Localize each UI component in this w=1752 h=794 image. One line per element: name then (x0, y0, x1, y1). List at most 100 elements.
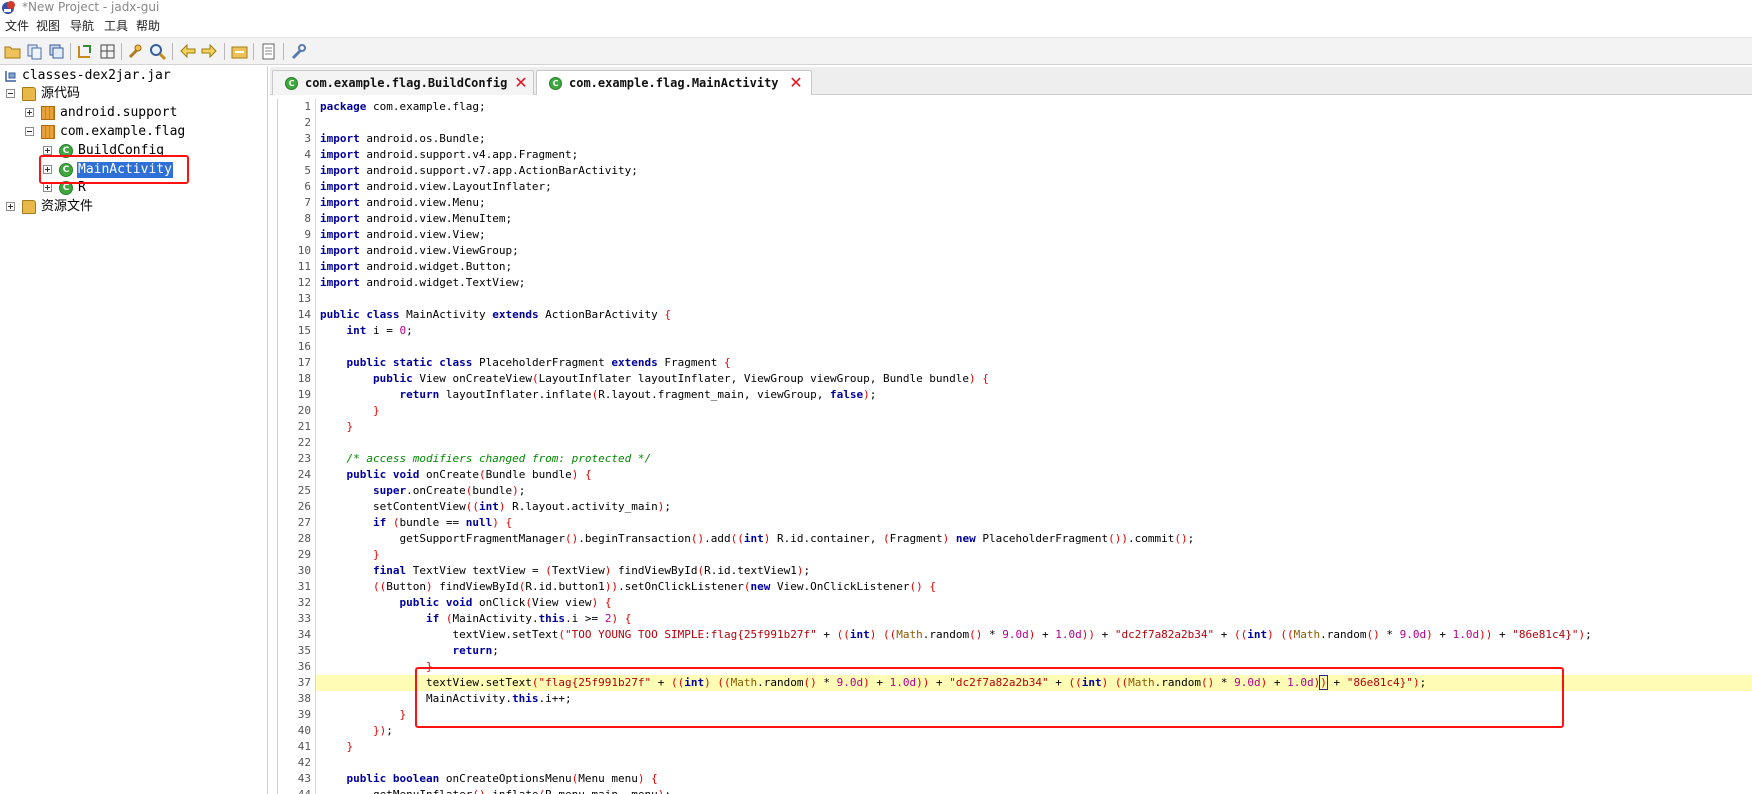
line-number: 44 (298, 787, 311, 794)
tree-node-android-support[interactable]: android.support (0, 104, 268, 122)
toolbar-separator (283, 43, 284, 60)
sync-icon[interactable] (75, 42, 94, 61)
line-number-gutter: 1 2 3 4 5 6 7 8 9 10 11 12 13 14 15 16 17 18 19 20 21 22 23 24 2… (278, 99, 316, 794)
class-icon: C (285, 77, 298, 90)
expand-toggle-icon[interactable] (6, 202, 15, 211)
line-number: 34 (297, 628, 311, 641)
line-number: 3 (304, 132, 311, 145)
menu-tools[interactable]: 工具 (104, 19, 128, 34)
expand-toggle-icon[interactable] (25, 108, 34, 117)
back-arrow-icon[interactable] (178, 42, 197, 61)
expand-toggle-icon[interactable] (43, 146, 52, 155)
package-icon (41, 106, 55, 120)
tree-label-source: 源代码 (41, 86, 81, 101)
menu-file[interactable]: 文件 (5, 19, 29, 34)
toolbar-separator (253, 43, 254, 60)
code-line: } (346, 740, 354, 753)
code-line: getMenuInflater().inflate(R.menu.main, m… (320, 787, 671, 794)
add-files-icon[interactable] (25, 42, 44, 61)
open-folder-icon[interactable] (3, 42, 22, 61)
menu-view[interactable]: 视图 (36, 19, 60, 34)
line-number: 33 (297, 612, 311, 625)
find-usage-icon[interactable] (126, 42, 145, 61)
code-line: setContentView((int) R.layout.activity_m… (320, 500, 672, 513)
code-line: if (MainActivity.this.i >= 2) { (425, 612, 632, 625)
code-editor[interactable]: 1 2 3 4 5 6 7 8 9 10 11 12 13 14 15 16 17 18 19 20 21 22 23 24 2… (277, 99, 1752, 794)
tree-node-root[interactable]: classes-dex2jar.jar (0, 67, 268, 85)
code-line: public boolean onCreateOptionsMenu(Menu … (346, 772, 658, 785)
code-line: super.onCreate(bundle); (372, 484, 526, 497)
line-number: 35 (297, 644, 311, 657)
tree-label-mainactivity: MainActivity (77, 162, 173, 178)
tree-label-resources: 资源文件 (41, 199, 94, 214)
code-line: ((Button) findViewById(R.id.button1)).se… (372, 580, 936, 593)
collapse-toggle-icon[interactable] (6, 89, 15, 98)
code-line: textView.setText("flag{25f991b27f" + ((i… (320, 675, 1427, 690)
line-number: 16 (297, 340, 311, 353)
line-number: 31 (297, 580, 311, 593)
line-number: 27 (297, 516, 311, 529)
forward-arrow-icon[interactable] (200, 42, 219, 61)
close-icon[interactable]: ✕ (514, 75, 528, 91)
code-line: public View onCreateView(LayoutInflater … (372, 372, 989, 385)
line-number: 12 (297, 276, 311, 289)
code-line: import android.view.Menu; (320, 196, 486, 209)
expand-toggle-icon[interactable] (43, 183, 52, 192)
tree-node-resources[interactable]: 资源文件 (0, 198, 268, 216)
preferences-icon[interactable] (289, 42, 308, 61)
toolbar-separator (224, 43, 225, 60)
line-number: 41 (297, 740, 311, 753)
log-icon[interactable] (259, 42, 278, 61)
tree-node-com-example-flag[interactable]: com.example.flag (0, 123, 268, 141)
line-number: 36 (297, 660, 311, 673)
tab-label-buildconfig: com.example.flag.BuildConfig (305, 76, 508, 90)
save-all-icon[interactable] (47, 42, 66, 61)
tab-label-mainactivity: com.example.flag.MainActivity (569, 76, 779, 90)
code-line: int i = 0; (346, 324, 413, 337)
code-line: textView.setText("TOO YOUNG TOO SIMPLE:f… (320, 628, 1592, 641)
collapse-toggle-icon[interactable] (25, 127, 34, 136)
line-number: 11 (297, 260, 311, 273)
expand-toggle-icon[interactable] (43, 165, 52, 174)
code-line: } (399, 708, 407, 721)
line-number: 23 (297, 452, 311, 465)
tree-node-r[interactable]: C R (0, 179, 268, 197)
line-number: 15 (297, 324, 311, 337)
line-number: 1 (304, 100, 311, 113)
code-line: import android.widget.TextView; (320, 276, 526, 289)
flatten-icon[interactable] (98, 42, 117, 61)
menu-navigation[interactable]: 导航 (70, 19, 94, 34)
line-number: 43 (297, 772, 311, 785)
line-number: 21 (297, 420, 311, 433)
line-number: 40 (297, 724, 311, 737)
code-line: MainActivity.this.i++; (320, 692, 572, 705)
code-line: public class MainActivity extends Action… (320, 308, 672, 321)
jar-root-icon (5, 71, 16, 82)
line-number: 37 (297, 676, 311, 689)
deobfuscate-icon[interactable] (230, 42, 249, 61)
code-line: /* access modifiers changed from: protec… (346, 452, 652, 465)
code-line: } (372, 548, 380, 561)
code-line: import android.view.MenuItem; (320, 212, 513, 225)
class-icon: C (549, 77, 562, 90)
line-number: 2 (304, 116, 311, 129)
menu-help[interactable]: 帮助 (136, 19, 160, 34)
line-number: 38 (297, 692, 311, 705)
search-icon[interactable] (148, 42, 167, 61)
tree-label-com-example-flag: com.example.flag (60, 124, 186, 139)
tab-buildconfig[interactable]: C com.example.flag.BuildConfig ✕ (272, 70, 534, 95)
tree-node-mainactivity[interactable]: C MainActivity (0, 161, 268, 179)
tree-node-source[interactable]: 源代码 (0, 85, 268, 103)
line-number: 6 (304, 180, 311, 193)
folder-icon (22, 200, 36, 214)
code-line: public void onClick(View view) { (399, 596, 612, 609)
folder-icon (22, 87, 36, 101)
tree-label-root: classes-dex2jar.jar (22, 68, 171, 83)
tab-mainactivity[interactable]: C com.example.flag.MainActivity ✕ (536, 70, 812, 95)
project-tree: classes-dex2jar.jar 源代码 android.support … (0, 66, 268, 794)
close-icon[interactable]: ✕ (789, 75, 803, 91)
code-line: } (372, 404, 380, 417)
window-title: *New Project - jadx-gui (22, 0, 160, 14)
tree-node-buildconfig[interactable]: C BuildConfig (0, 142, 268, 160)
line-number: 22 (297, 436, 311, 449)
